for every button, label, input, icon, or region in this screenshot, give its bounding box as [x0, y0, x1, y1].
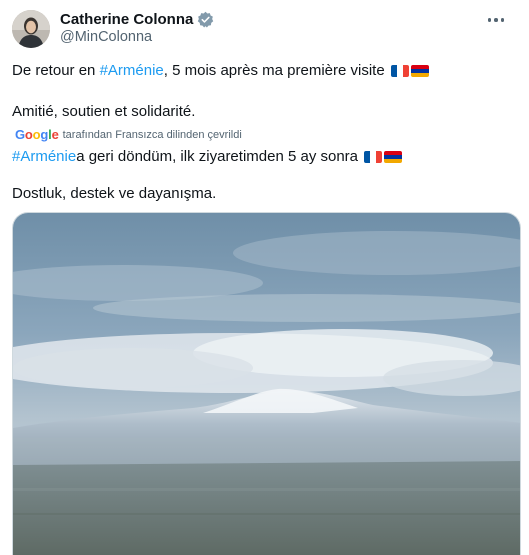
hashtag-link[interactable]: #Arménie [12, 148, 76, 165]
verified-badge-icon[interactable] [197, 11, 214, 28]
text-segment: De retour en [12, 62, 96, 79]
translation-label: tarafından Fransızca dilinden çevrildi [62, 128, 242, 141]
tweet-photo[interactable] [12, 212, 521, 555]
tweet-text-line-2: Amitié, soutien et solidarité. [12, 103, 196, 120]
hashtag-link[interactable]: #Arménie [100, 62, 164, 79]
translated-text-line-2: Dostluk, destek ve dayanışma. [12, 185, 217, 202]
tweet[interactable]: Catherine Colonna @MinColonna De retour … [0, 0, 529, 555]
flag-france-icon [364, 150, 383, 163]
flag-france-icon [390, 64, 409, 77]
text-segment: , 5 mois après ma première visite [163, 62, 385, 79]
flag-armenia-icon [410, 64, 429, 77]
profile-avatar[interactable] [12, 10, 50, 48]
google-logo: Google [15, 127, 59, 142]
text-segment: a geri döndüm, ilk ziyaretimden 5 ay son… [76, 148, 359, 165]
translated-text-line-1: #Arménie a geri döndüm, ilk ziyaretimden… [12, 148, 403, 165]
flag-armenia-icon [384, 150, 403, 163]
more-options-icon[interactable] [485, 11, 507, 29]
author-handle[interactable]: @MinColonna [60, 29, 152, 45]
translation-notice[interactable]: Google tarafından Fransızca dilinden çev… [15, 127, 242, 142]
author-name-row: Catherine Colonna [60, 9, 214, 29]
author-display-name[interactable]: Catherine Colonna [60, 11, 193, 28]
tweet-text-line-1: De retour en #Arménie, 5 mois après ma p… [12, 62, 429, 79]
